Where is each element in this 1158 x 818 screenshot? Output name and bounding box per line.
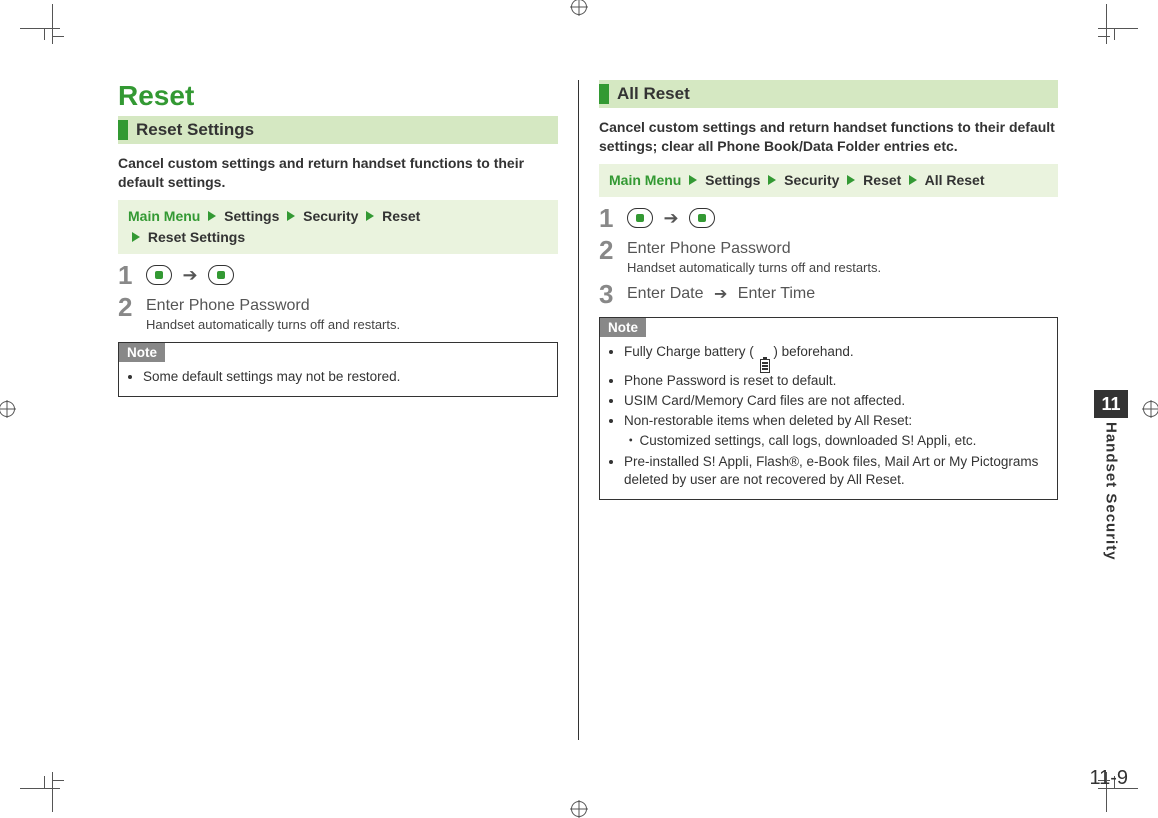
- center-key-icon: [208, 265, 234, 285]
- step-number: 3: [599, 281, 627, 307]
- section-accent: [118, 120, 128, 140]
- step-3: 3 Enter Date ➔ Enter Time: [599, 281, 1058, 307]
- section-heading-all-reset: All Reset: [599, 80, 1058, 108]
- note-subitem: Customized settings, call logs, download…: [624, 432, 1049, 450]
- note-item: Some default settings may not be restore…: [143, 368, 549, 386]
- chapter-tab: 11 Handset Security: [1094, 390, 1128, 561]
- note-item: Pre-installed S! Appli, Flash®, e-Book f…: [624, 453, 1049, 489]
- section-heading-text: Reset Settings: [136, 120, 254, 140]
- breadcrumb-item: Settings: [705, 172, 760, 188]
- center-key-icon: [146, 265, 172, 285]
- battery-full-icon: [760, 357, 770, 373]
- note-box: Note Fully Charge battery ( ) beforehand…: [599, 317, 1058, 500]
- step-1: 1 ➔: [599, 205, 1058, 231]
- page-title: Reset: [118, 80, 558, 112]
- step-number: 1: [599, 205, 627, 231]
- arrow-right-icon: ➔: [714, 284, 727, 304]
- note-item: Non-restorable items when deleted by All…: [624, 412, 1049, 430]
- step-subtext: Handset automatically turns off and rest…: [627, 260, 1058, 275]
- breadcrumb-item: Reset: [382, 208, 420, 224]
- breadcrumb-root: Main Menu: [609, 172, 681, 188]
- step-number: 1: [118, 262, 146, 288]
- left-column: Reset Reset Settings Cancel custom setti…: [118, 80, 578, 740]
- note-item: Phone Password is reset to default.: [624, 372, 1049, 390]
- menu-path: Main Menu Settings Security Reset All Re…: [599, 164, 1058, 197]
- breadcrumb-item: All Reset: [925, 172, 985, 188]
- breadcrumb-arrow-icon: [847, 175, 855, 185]
- section-heading-reset-settings: Reset Settings: [118, 116, 558, 144]
- breadcrumb-item: Security: [784, 172, 839, 188]
- step-title-part: Enter Date: [627, 285, 703, 302]
- arrow-right-icon: ➔: [182, 265, 197, 286]
- breadcrumb-item: Security: [303, 208, 358, 224]
- chapter-title: Handset Security: [1103, 422, 1120, 561]
- step-2: 2 Enter Phone Password Handset automatic…: [599, 237, 1058, 275]
- note-item: USIM Card/Memory Card files are not affe…: [624, 392, 1049, 410]
- breadcrumb-arrow-icon: [287, 211, 295, 221]
- breadcrumb-arrow-icon: [208, 211, 216, 221]
- menu-path: Main Menu Settings Security Reset Reset …: [118, 200, 558, 254]
- breadcrumb-root: Main Menu: [128, 208, 200, 224]
- step-1: 1 ➔: [118, 262, 558, 288]
- breadcrumb-arrow-icon: [366, 211, 374, 221]
- section-intro: Cancel custom settings and return handse…: [118, 154, 558, 192]
- section-intro: Cancel custom settings and return handse…: [599, 118, 1058, 156]
- arrow-right-icon: ➔: [663, 208, 678, 229]
- step-number: 2: [599, 237, 627, 263]
- step-2: 2 Enter Phone Password Handset automatic…: [118, 294, 558, 332]
- breadcrumb-item: Reset Settings: [148, 229, 245, 245]
- step-number: 2: [118, 294, 146, 320]
- chapter-number: 11: [1094, 390, 1128, 418]
- two-column-layout: Reset Reset Settings Cancel custom setti…: [118, 80, 1078, 740]
- page-number: 11-9: [1089, 767, 1128, 790]
- note-box: Note Some default settings may not be re…: [118, 342, 558, 397]
- note-label: Note: [119, 343, 165, 362]
- breadcrumb-item: Settings: [224, 208, 279, 224]
- step-title: Enter Phone Password: [146, 297, 558, 315]
- page-content: Reset Reset Settings Cancel custom setti…: [118, 80, 1078, 780]
- section-accent: [599, 84, 609, 104]
- step-title: Enter Phone Password: [627, 240, 1058, 258]
- note-item: Fully Charge battery ( ) beforehand.: [624, 343, 1049, 370]
- section-heading-text: All Reset: [617, 84, 690, 104]
- step-subtext: Handset automatically turns off and rest…: [146, 317, 558, 332]
- center-key-icon: [627, 208, 653, 228]
- right-column: All Reset Cancel custom settings and ret…: [578, 80, 1058, 740]
- breadcrumb-item: Reset: [863, 172, 901, 188]
- breadcrumb-arrow-icon: [689, 175, 697, 185]
- breadcrumb-arrow-icon: [132, 232, 140, 242]
- center-key-icon: [689, 208, 715, 228]
- breadcrumb-arrow-icon: [768, 175, 776, 185]
- breadcrumb-arrow-icon: [909, 175, 917, 185]
- step-title-part: Enter Time: [738, 285, 815, 302]
- note-label: Note: [600, 318, 646, 337]
